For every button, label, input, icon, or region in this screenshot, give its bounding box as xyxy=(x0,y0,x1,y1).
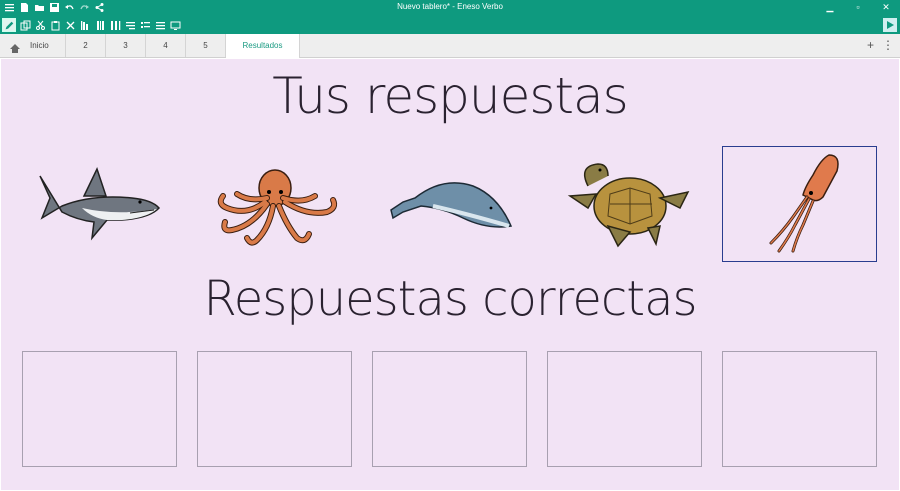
tab-label: 3 xyxy=(123,41,128,50)
tab-resultados[interactable]: Resultados xyxy=(226,34,300,58)
tab-inicio[interactable]: Inicio xyxy=(0,34,66,57)
octopus-icon xyxy=(217,169,338,246)
close-icon[interactable]: ✕ xyxy=(872,0,900,16)
answer-shark[interactable] xyxy=(22,146,177,262)
align-center-icon[interactable] xyxy=(95,20,106,31)
your-answers-title: Tus respuestas xyxy=(272,67,628,125)
answer-whale[interactable] xyxy=(373,146,528,262)
correct-answer-slot[interactable] xyxy=(372,351,527,467)
tab-label: Resultados xyxy=(242,41,283,50)
page-tabs: Inicio 2 3 4 5 Resultados + ⋮ xyxy=(0,34,900,58)
align-right-icon[interactable] xyxy=(110,20,121,31)
list-icon[interactable] xyxy=(140,20,151,31)
answer-turtle[interactable] xyxy=(548,146,703,262)
delete-icon[interactable] xyxy=(65,20,76,31)
maximize-icon[interactable]: ▫ xyxy=(844,0,872,16)
tab-2[interactable]: 2 xyxy=(66,34,106,57)
correct-answer-slot[interactable] xyxy=(22,351,177,467)
tab-4[interactable]: 4 xyxy=(146,34,186,57)
tab-label: 5 xyxy=(203,41,208,50)
list-alt-icon[interactable] xyxy=(155,20,166,31)
more-options-icon[interactable]: ⋮ xyxy=(882,38,894,52)
answer-squid[interactable] xyxy=(722,146,877,262)
tab-5[interactable]: 5 xyxy=(186,34,226,57)
paste-icon[interactable] xyxy=(50,20,61,31)
squid-icon xyxy=(769,154,839,253)
board-canvas: Tus respuestas Respuestas correctas xyxy=(1,59,899,490)
correct-answer-slot[interactable] xyxy=(197,351,352,467)
play-icon[interactable] xyxy=(883,18,897,32)
answer-octopus[interactable] xyxy=(197,146,352,262)
window-title: Nuevo tablero* - Eneso Verbo xyxy=(397,2,503,11)
edit-icon[interactable] xyxy=(2,18,16,32)
cut-icon[interactable] xyxy=(35,20,46,31)
turtle-icon xyxy=(567,163,690,248)
shark-icon xyxy=(39,167,161,241)
title-bar: Nuevo tablero* - Eneso Verbo ▁ ▫ ✕ xyxy=(0,0,900,16)
align-left-icon[interactable] xyxy=(80,20,91,31)
whale-icon xyxy=(390,182,513,228)
tab-label: Inicio xyxy=(30,41,49,50)
copy-icon[interactable] xyxy=(20,20,31,31)
correct-answer-slot[interactable] xyxy=(722,351,877,467)
minimize-icon[interactable]: ▁ xyxy=(816,0,844,16)
edit-toolbar xyxy=(0,16,900,34)
tab-label: 4 xyxy=(163,41,168,50)
distribute-icon[interactable] xyxy=(125,20,136,31)
screen-icon[interactable] xyxy=(170,20,181,31)
add-page-icon[interactable]: + xyxy=(867,38,874,52)
correct-answer-slot[interactable] xyxy=(547,351,702,467)
tab-3[interactable]: 3 xyxy=(106,34,146,57)
tab-label: 2 xyxy=(83,41,88,50)
correct-answers-title: Respuestas correctas xyxy=(203,271,698,327)
